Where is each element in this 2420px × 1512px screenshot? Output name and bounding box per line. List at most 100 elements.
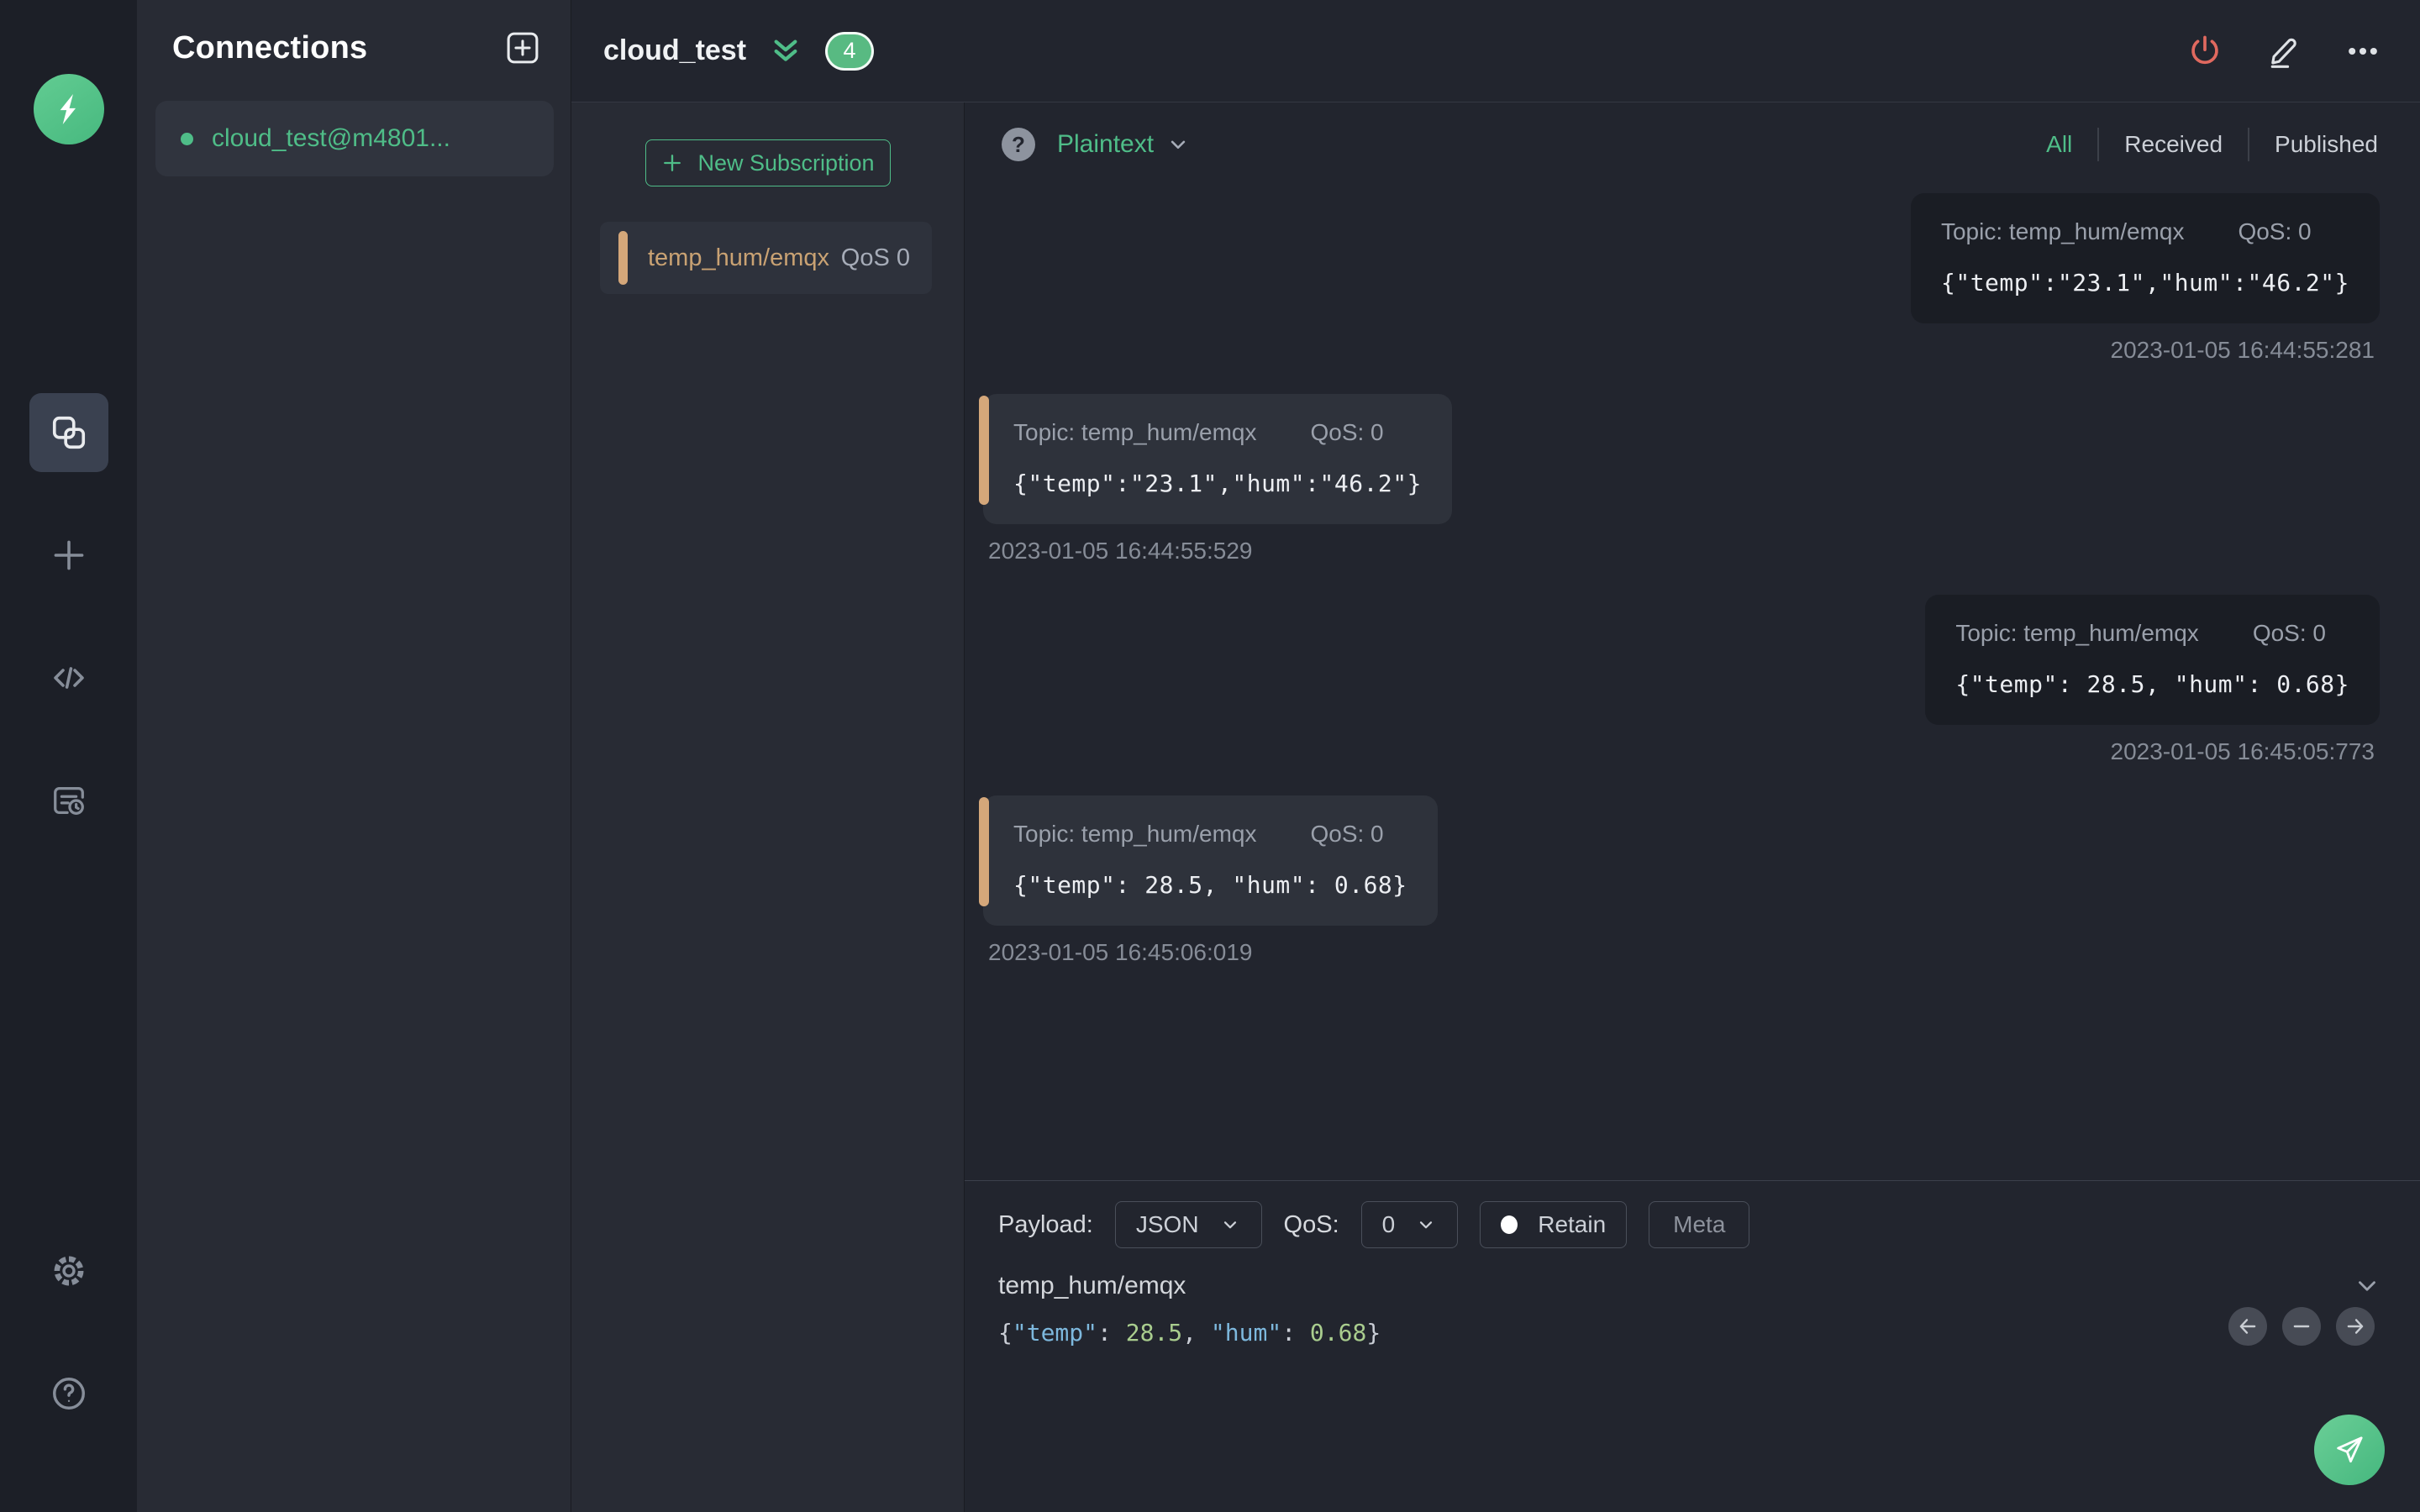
- sidebar-item-settings[interactable]: [29, 1231, 108, 1310]
- qos-select[interactable]: 0: [1360, 1201, 1459, 1248]
- sidebar-item-new-connection[interactable]: [29, 516, 108, 595]
- message-qos: QoS: 0: [2238, 218, 2312, 244]
- plus-icon: [660, 151, 684, 175]
- messages-panel: ? Plaintext All Received Published Topic…: [965, 102, 2420, 1512]
- plus-icon: [48, 534, 90, 576]
- power-icon: [2186, 33, 2223, 70]
- publish-panel: Payload: JSON QoS: 0 Retain Meta temp_hu…: [965, 1180, 2420, 1512]
- message-qos: QoS: 0: [2252, 620, 2326, 646]
- chevron-down-icon: [1165, 132, 1191, 157]
- payload-token: 28.5: [1125, 1319, 1183, 1347]
- retain-label: Retain: [1538, 1211, 1607, 1237]
- payload-type-label: Payload:: [998, 1210, 1093, 1238]
- topic-input[interactable]: temp_hum/emqx: [998, 1272, 1186, 1300]
- publish-controls: Payload: JSON QoS: 0 Retain Meta: [965, 1181, 2420, 1248]
- paper-plane-icon: [2333, 1433, 2366, 1467]
- tab-received[interactable]: Received: [2097, 128, 2248, 161]
- payload-token: ,: [1182, 1319, 1211, 1347]
- message-bubble[interactable]: Topic: temp_hum/emqx QoS: 0 {"temp": 28.…: [979, 795, 1438, 926]
- payload-format-dropdown[interactable]: Plaintext: [1057, 130, 1191, 159]
- sidebar-item-script[interactable]: [29, 638, 108, 717]
- payload-token: "hum": [1210, 1319, 1282, 1347]
- message-payload: {"temp":"23.1","hum":"46.2"}: [1940, 269, 2349, 297]
- payload-type-value: JSON: [1135, 1211, 1199, 1237]
- new-subscription-label: New Subscription: [697, 150, 875, 176]
- connection-name: cloud_test@m4801...: [212, 124, 450, 152]
- history-prev-button[interactable]: [2228, 1307, 2267, 1346]
- meta-button[interactable]: Meta: [1649, 1201, 1750, 1248]
- payload-format-value: Plaintext: [1057, 130, 1155, 158]
- message-meta: Topic: temp_hum/emqx QoS: 0: [1941, 218, 2349, 245]
- more-options-button[interactable]: [2344, 33, 2381, 70]
- history-next-button[interactable]: [2336, 1307, 2375, 1346]
- message-color-bar: [979, 797, 989, 907]
- message-qos: QoS: 0: [1310, 419, 1384, 445]
- sidebar-item-help[interactable]: [29, 1354, 108, 1433]
- tab-all[interactable]: All: [2021, 128, 2097, 161]
- gear-icon: [50, 1252, 88, 1290]
- subscription-item[interactable]: temp_hum/emqx QoS 0: [600, 222, 932, 294]
- message-payload: {"temp": 28.5, "hum": 0.68}: [1013, 871, 1407, 899]
- pencil-icon: [2265, 33, 2302, 70]
- tab-published[interactable]: Published: [2248, 128, 2381, 161]
- sidebar-item-log[interactable]: [29, 761, 108, 840]
- subscription-color-bar: [618, 231, 628, 285]
- disconnect-button[interactable]: [2186, 33, 2223, 70]
- history-nav-buttons: [2228, 1307, 2375, 1346]
- payload-help-icon[interactable]: ?: [1002, 128, 1035, 161]
- send-button[interactable]: [2314, 1415, 2385, 1485]
- new-subscription-button[interactable]: New Subscription: [644, 139, 891, 186]
- subscription-count-badge[interactable]: 4: [825, 31, 875, 71]
- subscription-topic: temp_hum/emqx: [648, 244, 829, 271]
- payload-editor[interactable]: {"temp": 28.5, "hum": 0.68}: [965, 1300, 2420, 1365]
- payload-token: :: [1281, 1319, 1310, 1347]
- header-actions: [2186, 33, 2381, 70]
- sidebar-nav: [29, 393, 108, 840]
- connection-status-dot: [181, 132, 193, 145]
- meta-label: Meta: [1673, 1211, 1726, 1237]
- message-item-received: Topic: temp_hum/emqx QoS: 0 {"temp":"23.…: [979, 394, 1453, 564]
- message-item-published: Topic: temp_hum/emqx QoS: 0 {"temp": 28.…: [1925, 595, 2380, 765]
- mqttx-logo-icon: [33, 74, 104, 144]
- connections-title: Connections: [172, 29, 368, 66]
- message-timestamp: 2023-01-05 16:45:06:019: [988, 939, 1253, 965]
- chevron-down-icon: [1415, 1214, 1437, 1236]
- retain-toggle[interactable]: Retain: [1480, 1201, 1628, 1248]
- message-timestamp: 2023-01-05 16:44:55:281: [2110, 337, 2375, 363]
- code-icon: [49, 658, 89, 698]
- qos-value: 0: [1381, 1211, 1396, 1237]
- payload-token: }: [1366, 1319, 1381, 1347]
- payload-token: 0.68: [1309, 1319, 1367, 1347]
- collapse-editor-button[interactable]: [2353, 1272, 2381, 1300]
- message-topic: Topic: temp_hum/emqx: [1013, 821, 1257, 847]
- arrow-right-icon: [2344, 1315, 2366, 1337]
- message-list[interactable]: Topic: temp_hum/emqx QoS: 0 {"temp":"23.…: [965, 168, 2420, 1180]
- message-timestamp: 2023-01-05 16:44:55:529: [988, 538, 1253, 564]
- help-icon: [50, 1374, 88, 1413]
- collapse-panel-button[interactable]: [768, 34, 803, 69]
- edit-connection-button[interactable]: [2265, 33, 2302, 70]
- message-meta: Topic: temp_hum/emqx QoS: 0: [1955, 620, 2349, 647]
- publish-topic-row: temp_hum/emqx: [965, 1248, 2420, 1300]
- connections-icon: [50, 413, 88, 452]
- message-filter-tabs: All Received Published: [2021, 128, 2381, 161]
- message-bubble[interactable]: Topic: temp_hum/emqx QoS: 0 {"temp":"23.…: [1910, 193, 2380, 323]
- new-connection-button[interactable]: [503, 29, 542, 67]
- message-timestamp: 2023-01-05 16:45:05:773: [2110, 738, 2375, 764]
- message-bubble[interactable]: Topic: temp_hum/emqx QoS: 0 {"temp": 28.…: [1925, 595, 2380, 725]
- chevron-down-icon: [1219, 1214, 1241, 1236]
- payload-type-select[interactable]: JSON: [1114, 1201, 1262, 1248]
- plus-square-icon: [503, 29, 542, 67]
- connection-list-item[interactable]: cloud_test@m4801...: [155, 101, 554, 176]
- chevron-down-icon: [2353, 1272, 2381, 1300]
- message-bubble[interactable]: Topic: temp_hum/emqx QoS: 0 {"temp":"23.…: [979, 394, 1453, 524]
- connections-header: Connections: [137, 0, 571, 87]
- history-clear-button[interactable]: [2282, 1307, 2321, 1346]
- ellipsis-icon: [2344, 33, 2381, 70]
- messages-toolbar: ? Plaintext All Received Published: [965, 102, 2420, 168]
- log-icon: [50, 781, 88, 820]
- main-panel: cloud_test 4 New Subscription temp_hum/e…: [571, 0, 2420, 1512]
- qos-label: QoS:: [1283, 1210, 1339, 1238]
- sidebar-item-connections[interactable]: [29, 393, 108, 472]
- main-content: New Subscription temp_hum/emqx QoS 0 ? P…: [571, 102, 2420, 1512]
